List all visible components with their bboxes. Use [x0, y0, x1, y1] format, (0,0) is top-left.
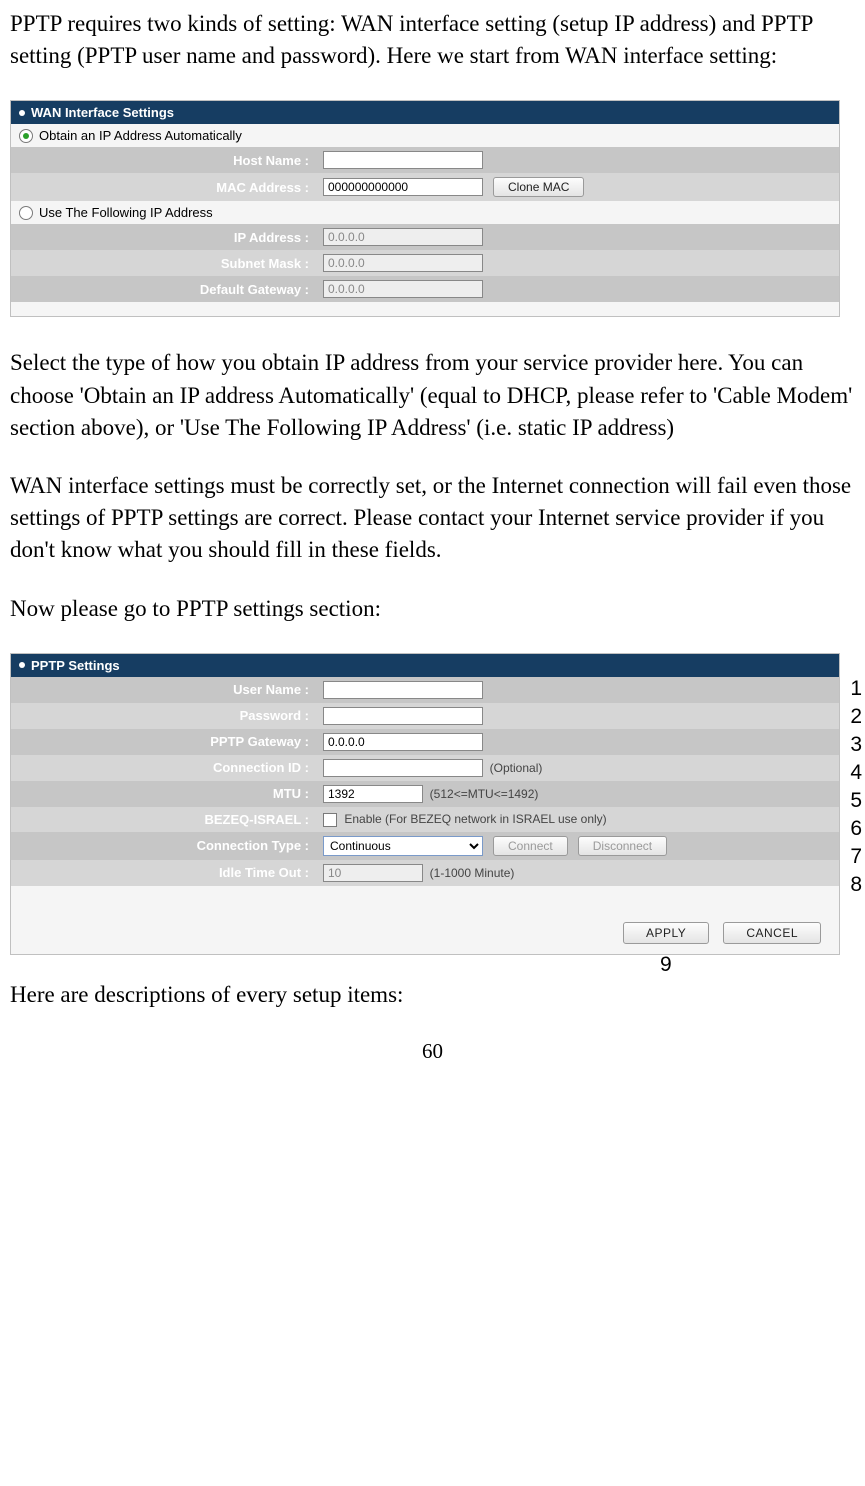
paragraph-2: Select the type of how you obtain IP add… — [10, 347, 855, 444]
table-row: Connection Type : Continuous Connect Dis… — [11, 832, 839, 860]
radio-static-ip[interactable] — [19, 206, 33, 220]
idle-timeout-input — [323, 864, 423, 882]
paragraph-4: Now please go to PPTP settings section: — [10, 593, 855, 625]
default-gateway-label: Default Gateway : — [11, 276, 317, 302]
bezeq-note: Enable (For BEZEQ network in ISRAEL use … — [344, 812, 606, 826]
pptp-panel-header: PPTP Settings — [11, 654, 839, 677]
user-name-input[interactable] — [323, 681, 483, 699]
connection-type-select[interactable]: Continuous — [323, 836, 483, 856]
idle-timeout-label: Idle Time Out : — [11, 860, 317, 886]
password-input[interactable] — [323, 707, 483, 725]
wan-panel-title: WAN Interface Settings — [31, 105, 174, 120]
table-row: Default Gateway : — [11, 276, 839, 302]
user-name-label: User Name : — [11, 677, 317, 703]
mtu-input[interactable] — [323, 785, 423, 803]
apply-button[interactable]: APPLY — [623, 922, 709, 944]
annotation-2: 2 — [850, 705, 862, 729]
pptp-gateway-input[interactable] — [323, 733, 483, 751]
mtu-note: (512<=MTU<=1492) — [430, 787, 539, 801]
page-number: 60 — [10, 1039, 855, 1064]
pptp-settings-panel: PPTP Settings User Name : Password : PPT… — [10, 653, 840, 955]
clone-mac-button[interactable]: Clone MAC — [493, 177, 584, 197]
radio-obtain-auto[interactable] — [19, 129, 33, 143]
annotation-1: 1 — [850, 677, 862, 701]
cancel-button[interactable]: CANCEL — [723, 922, 821, 944]
table-row: Subnet Mask : — [11, 250, 839, 276]
annotation-7: 7 — [850, 845, 862, 869]
radio-obtain-auto-row[interactable]: Obtain an IP Address Automatically — [11, 124, 839, 147]
wan-static-table: IP Address : Subnet Mask : Default Gatew… — [11, 224, 839, 302]
table-row: PPTP Gateway : — [11, 729, 839, 755]
table-row: IP Address : — [11, 224, 839, 250]
mtu-label: MTU : — [11, 781, 317, 807]
annotation-5: 5 — [850, 789, 862, 813]
wan-panel-header: WAN Interface Settings — [11, 101, 839, 124]
table-row: MTU : (512<=MTU<=1492) — [11, 781, 839, 807]
pptp-panel-title: PPTP Settings — [31, 658, 120, 673]
connection-type-label: Connection Type : — [11, 832, 317, 860]
idle-timeout-note: (1-1000 Minute) — [430, 866, 515, 880]
subnet-mask-input — [323, 254, 483, 272]
bezeq-label: BEZEQ-ISRAEL : — [11, 807, 317, 832]
default-gateway-input — [323, 280, 483, 298]
subnet-mask-label: Subnet Mask : — [11, 250, 317, 276]
table-row: Host Name : — [11, 147, 839, 173]
pptp-form-table: User Name : Password : PPTP Gateway : Co… — [11, 677, 839, 886]
paragraph-5: Here are descriptions of every setup ite… — [10, 979, 855, 1011]
table-row: User Name : — [11, 677, 839, 703]
annotation-6: 6 — [850, 817, 862, 841]
disconnect-button: Disconnect — [578, 836, 667, 856]
radio-obtain-auto-label: Obtain an IP Address Automatically — [39, 128, 242, 143]
paragraph-3: WAN interface settings must be correctly… — [10, 470, 855, 567]
host-name-label: Host Name : — [11, 147, 317, 173]
annotation-3: 3 — [850, 733, 862, 757]
connection-id-label: Connection ID : — [11, 755, 317, 781]
wan-form-table: Host Name : MAC Address : Clone MAC — [11, 147, 839, 201]
annotation-8: 8 — [850, 873, 862, 897]
connect-button: Connect — [493, 836, 568, 856]
connection-id-note: (Optional) — [490, 761, 543, 775]
bullet-icon — [19, 662, 25, 668]
connection-id-input[interactable] — [323, 759, 483, 777]
ip-address-input — [323, 228, 483, 246]
annotation-4: 4 — [850, 761, 862, 785]
table-row: Idle Time Out : (1-1000 Minute) — [11, 860, 839, 886]
annotation-9: 9 — [660, 953, 672, 977]
host-name-input[interactable] — [323, 151, 483, 169]
mac-address-input[interactable] — [323, 178, 483, 196]
table-row: Password : — [11, 703, 839, 729]
intro-paragraph-1: PPTP requires two kinds of setting: WAN … — [10, 8, 855, 72]
table-row: BEZEQ-ISRAEL : Enable (For BEZEQ network… — [11, 807, 839, 832]
radio-static-ip-row[interactable]: Use The Following IP Address — [11, 201, 839, 224]
panel-footer-buttons: APPLY CANCEL — [11, 916, 839, 954]
bezeq-enable-checkbox[interactable] — [323, 813, 337, 827]
pptp-gateway-label: PPTP Gateway : — [11, 729, 317, 755]
bullet-icon — [19, 110, 25, 116]
ip-address-label: IP Address : — [11, 224, 317, 250]
table-row: Connection ID : (Optional) — [11, 755, 839, 781]
password-label: Password : — [11, 703, 317, 729]
table-row: MAC Address : Clone MAC — [11, 173, 839, 201]
wan-interface-panel: WAN Interface Settings Obtain an IP Addr… — [10, 100, 840, 317]
radio-static-ip-label: Use The Following IP Address — [39, 205, 213, 220]
mac-address-label: MAC Address : — [11, 173, 317, 201]
